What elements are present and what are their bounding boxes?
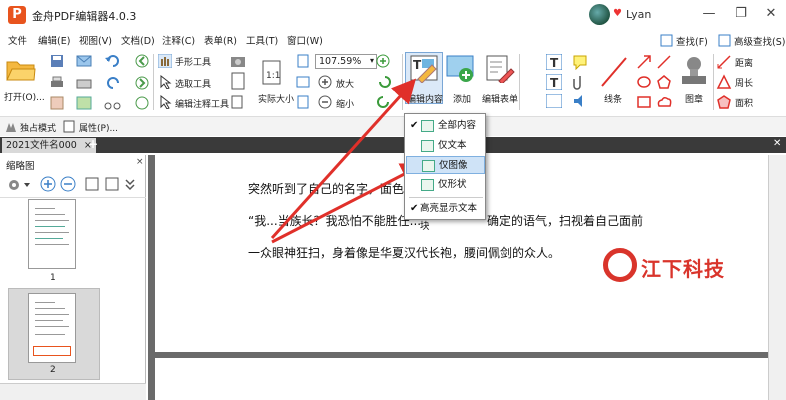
dropdown-item-label: 仅文本 [438, 140, 467, 151]
text-only-icon [421, 140, 434, 152]
dropdown-item-label: 仅图像 [439, 160, 468, 171]
dropdown-item-shape-only[interactable]: 仅形状 [406, 176, 485, 194]
arrow-to-edit-content [270, 78, 417, 240]
dropdown-item-highlight-text-blocks[interactable]: ✔ 高亮显示文本块 [406, 200, 485, 232]
dropdown-item-text-only[interactable]: 仅文本 [406, 137, 485, 155]
arrow-to-image-only [271, 163, 426, 244]
annotation-arrows [270, 78, 426, 244]
dropdown-item-label: 全部内容 [438, 120, 477, 131]
checkmark-icon: ✔ [410, 203, 419, 214]
all-content-icon [421, 120, 434, 132]
dropdown-divider [409, 197, 483, 198]
image-only-icon [422, 160, 435, 172]
edit-content-dropdown: ✔ 全部内容 仅文本 仅图像 仅形状 ✔ 高亮显示文本块 [404, 113, 486, 232]
shape-only-icon [421, 179, 434, 191]
checkmark-icon: ✔ [410, 120, 419, 131]
dropdown-item-all-content[interactable]: ✔ 全部内容 [406, 117, 485, 135]
dropdown-item-image-only[interactable]: 仅图像 [406, 156, 485, 174]
dropdown-item-label: 仅形状 [438, 179, 467, 190]
